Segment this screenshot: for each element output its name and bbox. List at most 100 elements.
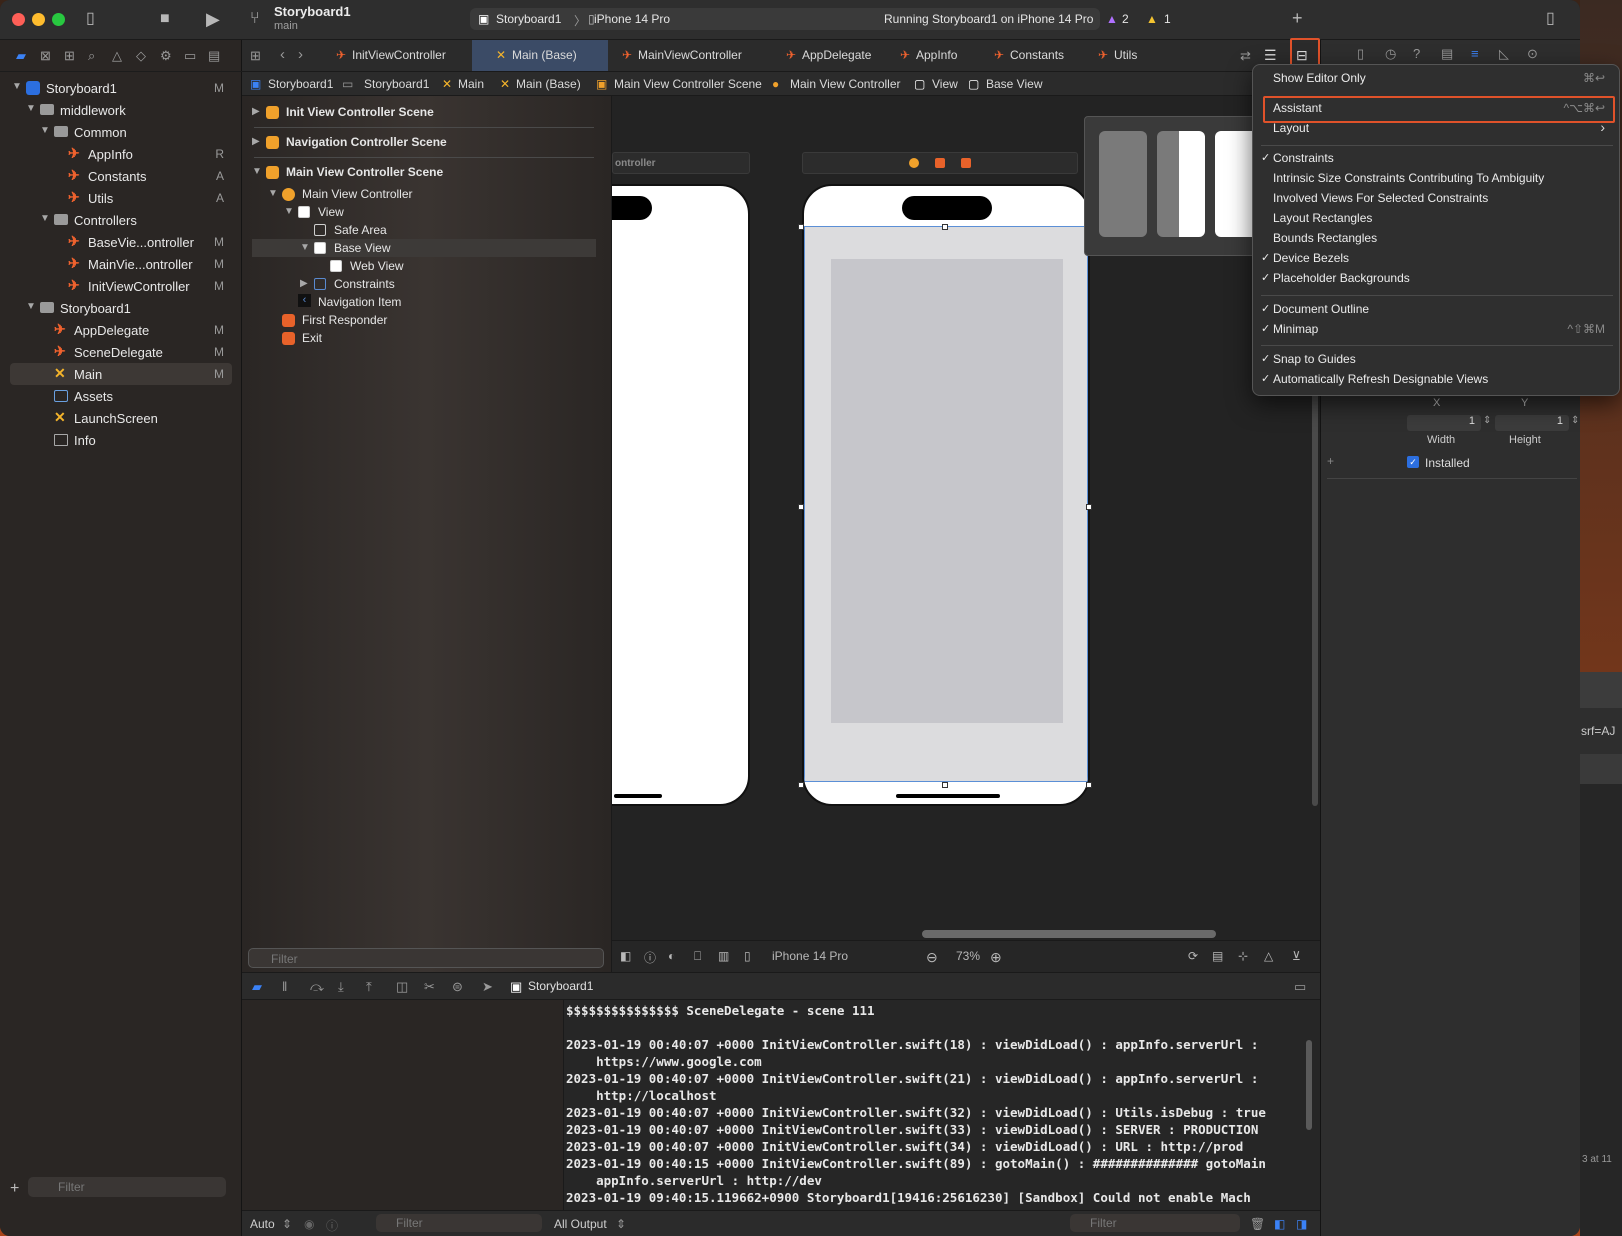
add-icon[interactable]: +: [1292, 9, 1303, 27]
history-icon[interactable]: ◷: [1385, 46, 1396, 62]
tree-item-file[interactable]: ✕ LaunchScreen: [10, 407, 232, 429]
breadcrumb-item[interactable]: View: [932, 77, 958, 91]
align-icon[interactable]: ▤: [1212, 949, 1223, 963]
menu-item-intrinsic-size[interactable]: Intrinsic Size Constraints Contributing …: [1273, 169, 1613, 189]
stop-icon[interactable]: ■: [160, 11, 170, 27]
horizontal-scrollbar[interactable]: [922, 930, 1216, 938]
test-icon[interactable]: ◇: [136, 48, 146, 64]
installed-checkbox[interactable]: ✓: [1407, 456, 1419, 468]
variables-filter-input[interactable]: Filter: [376, 1214, 542, 1232]
view-controller-icon[interactable]: [909, 158, 919, 168]
tab-appinfo[interactable]: ✈ AppInfo: [886, 40, 978, 71]
height-field[interactable]: 1: [1495, 415, 1569, 431]
tree-item-file[interactable]: ✈ Utils A: [10, 187, 232, 209]
chevron-down-icon[interactable]: ▼: [26, 103, 36, 114]
outline-item[interactable]: ‹ Navigation Item: [252, 293, 596, 311]
zoom-out-icon[interactable]: ⊖: [926, 949, 938, 966]
resize-handle[interactable]: [1086, 504, 1092, 510]
tree-item-file[interactable]: ✈ AppDelegate M: [10, 319, 232, 341]
toggle-breakpoints-icon[interactable]: ▰: [252, 979, 262, 995]
outline-item-selected[interactable]: ▼ Base View: [252, 239, 596, 257]
zoom-level[interactable]: 73%: [956, 949, 980, 963]
resize-handle[interactable]: [798, 224, 804, 230]
tab-initviewcontroller[interactable]: ✈ InitViewController: [322, 40, 472, 71]
outline-scene-main[interactable]: ▼ Main View Controller Scene: [252, 163, 596, 181]
menu-item-layout-rectangles[interactable]: Layout Rectangles: [1273, 209, 1613, 229]
tab-constants[interactable]: ✈ Constants: [978, 40, 1088, 71]
chevron-down-icon[interactable]: ▼: [40, 213, 50, 224]
outline-item[interactable]: Safe Area: [252, 221, 596, 239]
chevron-down-icon[interactable]: ▼: [268, 188, 278, 199]
breadcrumb-item[interactable]: Main (Base): [516, 77, 581, 91]
file-inspector-icon[interactable]: ▯: [1357, 46, 1364, 62]
zoom-window-button[interactable]: [52, 13, 65, 26]
menu-item-involved-views[interactable]: Involved Views For Selected Constraints: [1273, 189, 1613, 209]
height-stepper[interactable]: ⇕: [1571, 415, 1579, 426]
help-icon[interactable]: ?: [1413, 46, 1420, 61]
close-window-button[interactable]: [12, 13, 25, 26]
outline-item[interactable]: Web View: [252, 257, 596, 275]
breadcrumb-item[interactable]: Main View Controller: [790, 77, 901, 91]
tab-mainviewcontroller[interactable]: ✈ MainViewController: [608, 40, 766, 71]
outline-filter-input[interactable]: Filter: [248, 948, 604, 968]
memory-graph-icon[interactable]: ✂: [424, 979, 435, 995]
split-left-icon[interactable]: ◧: [1274, 1217, 1285, 1231]
resolve-issues-icon[interactable]: △: [1264, 949, 1273, 963]
menu-item-placeholder-backgrounds[interactable]: ✓ Placeholder Backgrounds: [1261, 269, 1613, 289]
chevron-down-icon[interactable]: ▼: [300, 242, 310, 253]
step-into-icon[interactable]: ⤓: [338, 979, 344, 995]
resize-handle[interactable]: [798, 504, 804, 510]
tree-item-file[interactable]: ✈ AppInfo R: [10, 143, 232, 165]
menu-item-constraints[interactable]: ✓ Constraints: [1261, 149, 1613, 169]
auto-selector[interactable]: Auto: [250, 1217, 275, 1231]
tab-appdelegate[interactable]: ✈ AppDelegate: [766, 40, 886, 71]
scheme-name[interactable]: Storyboard1: [496, 12, 561, 26]
tree-item-file-selected[interactable]: ✕ Main M: [10, 363, 232, 385]
info-icon[interactable]: ⓘ: [326, 1217, 338, 1234]
base-view[interactable]: [804, 226, 1088, 782]
menu-item-snap-to-guides[interactable]: ✓ Snap to Guides: [1261, 350, 1613, 370]
variables-view[interactable]: [242, 1000, 564, 1210]
minimap-scene[interactable]: [1099, 131, 1147, 237]
outline-item[interactable]: ▼ Main View Controller: [252, 185, 596, 203]
eye-icon[interactable]: ◉: [304, 1217, 314, 1231]
console-scrollbar[interactable]: [1306, 1040, 1312, 1130]
chevron-right-icon[interactable]: ▶: [300, 278, 308, 289]
dark-mode-icon[interactable]: ◐: [668, 949, 675, 963]
exit-icon[interactable]: [961, 158, 971, 168]
outline-item[interactable]: Exit: [252, 329, 596, 347]
scene-dock[interactable]: [802, 152, 1078, 174]
device-label[interactable]: iPhone 14 Pro: [772, 949, 848, 963]
console-output[interactable]: $$$$$$$$$$$$$$$ SceneDelegate - scene 11…: [564, 1000, 1320, 1210]
issue-navigator-icon[interactable]: △: [112, 48, 122, 64]
process-name[interactable]: Storyboard1: [528, 979, 593, 993]
device-icon[interactable]: ▯: [744, 949, 751, 963]
pause-icon[interactable]: ‖: [282, 979, 287, 994]
size-icon[interactable]: ◺: [1499, 46, 1509, 62]
breadcrumb-item[interactable]: Main View Controller Scene: [614, 77, 762, 91]
identity-icon[interactable]: ▤: [1441, 46, 1453, 62]
tree-item-folder[interactable]: ▼ Controllers: [10, 209, 232, 231]
resize-handle[interactable]: [942, 224, 948, 230]
tree-item-file[interactable]: ✈ MainVie...ontroller M: [10, 253, 232, 275]
trash-icon[interactable]: 🗑: [1250, 1217, 1265, 1231]
layout-icon[interactable]: ▥: [718, 949, 729, 963]
tree-item-folder[interactable]: ▼ Storyboard1: [10, 297, 232, 319]
first-responder-icon[interactable]: [935, 158, 945, 168]
run-icon[interactable]: ▶: [206, 10, 220, 28]
vertical-scrollbar[interactable]: [1312, 366, 1318, 806]
tree-item-file[interactable]: ✈ Constants A: [10, 165, 232, 187]
resize-handle[interactable]: [1086, 782, 1092, 788]
add-file-icon[interactable]: +: [10, 1180, 19, 1198]
width-field[interactable]: 1: [1407, 415, 1481, 431]
menu-item-device-bezels[interactable]: ✓ Device Bezels: [1261, 249, 1613, 269]
tab-utils[interactable]: ✈ Utils: [1088, 40, 1168, 71]
add-variation-icon[interactable]: +: [1327, 454, 1334, 468]
phone-frame-main[interactable]: [802, 184, 1090, 806]
chevron-down-icon[interactable]: ▼: [284, 206, 294, 217]
breadcrumb-item[interactable]: Storyboard1: [268, 77, 333, 91]
editor-options-icon[interactable]: ☰: [1264, 47, 1277, 64]
tree-item-file[interactable]: ✈ InitViewController M: [10, 275, 232, 297]
breakpoint-icon[interactable]: ▭: [184, 48, 196, 64]
chevron-down-icon[interactable]: ▼: [26, 301, 36, 312]
